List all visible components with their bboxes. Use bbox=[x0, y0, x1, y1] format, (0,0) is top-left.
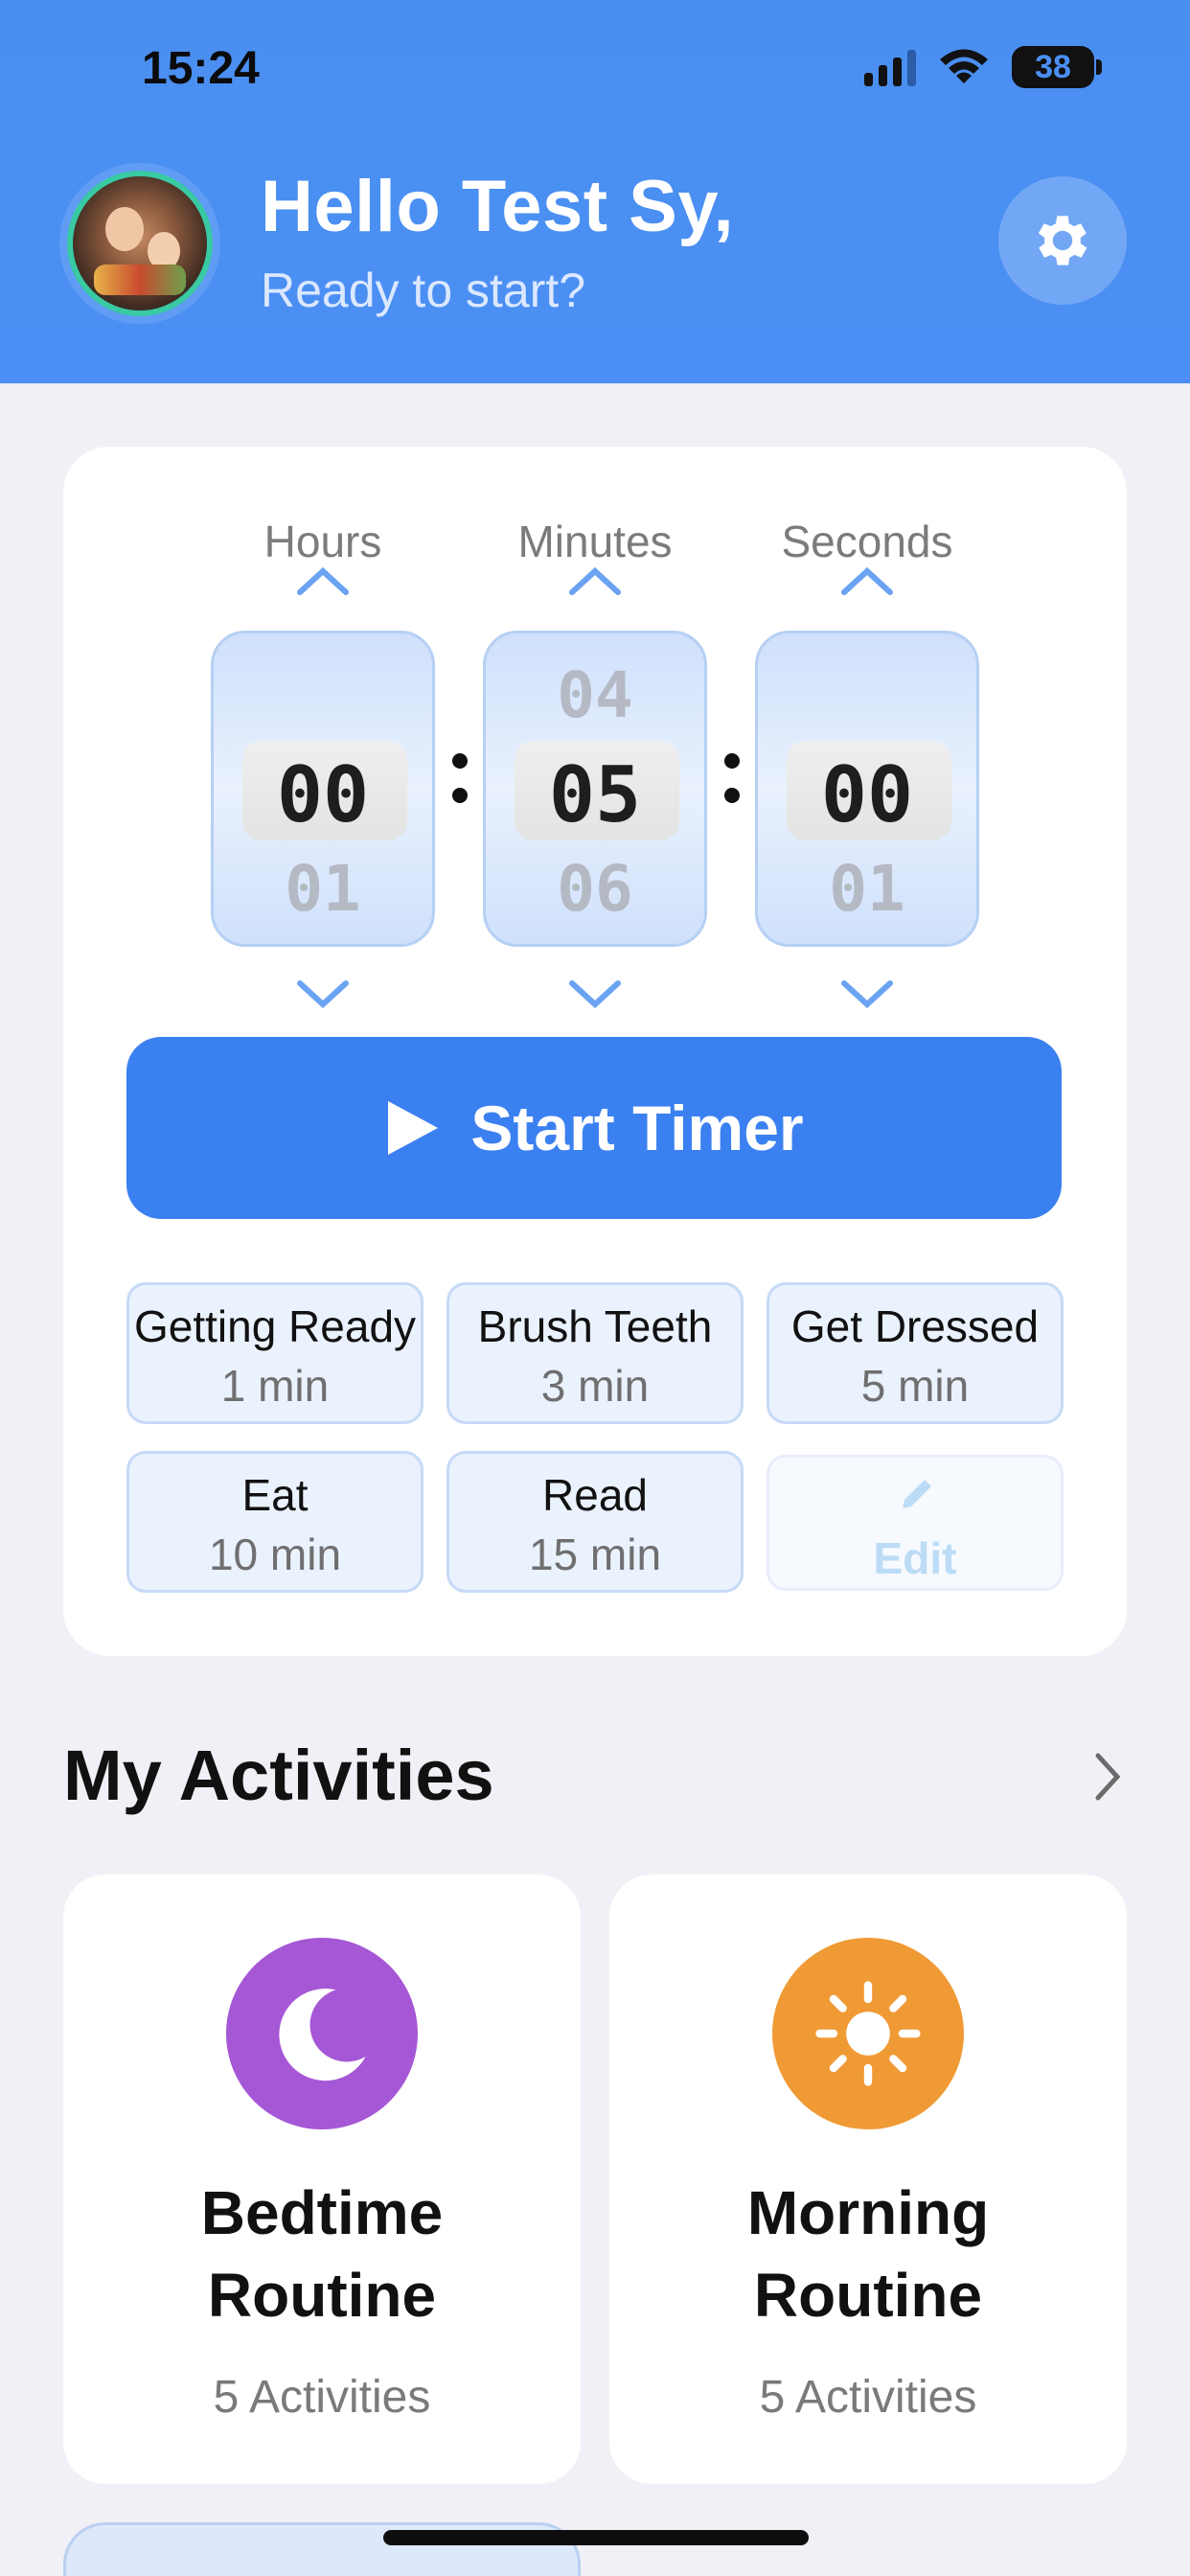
play-icon bbox=[388, 1101, 439, 1155]
seconds-next-value: 01 bbox=[829, 852, 905, 926]
wifi-icon bbox=[940, 49, 988, 83]
seconds-value: 00 bbox=[820, 750, 914, 840]
edit-label: Edit bbox=[873, 1533, 957, 1583]
seconds-increment-chevron-up-icon[interactable] bbox=[838, 564, 896, 598]
moon-icon bbox=[226, 1938, 418, 2129]
preset-get-dressed[interactable]: Get Dressed 5 min bbox=[767, 1282, 1064, 1424]
preset-duration: 10 min bbox=[208, 1530, 342, 1579]
seconds-picker[interactable]: 00 01 bbox=[755, 631, 979, 947]
preset-brush-teeth[interactable]: Brush Teeth 3 min bbox=[446, 1282, 744, 1424]
start-timer-label: Start Timer bbox=[470, 1092, 804, 1163]
preset-duration: 1 min bbox=[220, 1361, 330, 1411]
activity-count: 5 Activities bbox=[759, 2372, 977, 2423]
activity-card-bedtime-routine[interactable]: Bedtime Routine 5 Activities bbox=[63, 1874, 581, 2484]
sun-icon bbox=[772, 1938, 964, 2129]
preset-name: Brush Teeth bbox=[477, 1301, 713, 1351]
activity-count: 5 Activities bbox=[213, 2372, 431, 2423]
minutes-increment-chevron-up-icon[interactable] bbox=[566, 564, 624, 598]
hours-increment-chevron-up-icon[interactable] bbox=[294, 564, 352, 598]
preset-duration: 5 min bbox=[860, 1361, 970, 1411]
preset-getting-ready[interactable]: Getting Ready 1 min bbox=[126, 1282, 423, 1424]
minutes-prev-value: 04 bbox=[557, 658, 633, 732]
battery-level: 38 bbox=[1035, 48, 1071, 85]
gear-icon bbox=[1038, 216, 1087, 265]
hours-value: 00 bbox=[276, 750, 370, 840]
battery-icon: 38 bbox=[1012, 46, 1094, 88]
header: 15:24 38 Hello Test Sy, Ready to start? bbox=[0, 0, 1190, 383]
preset-read[interactable]: Read 15 min bbox=[446, 1451, 744, 1593]
minutes-decrement-chevron-down-icon[interactable] bbox=[566, 978, 624, 1012]
home-indicator[interactable] bbox=[383, 2530, 809, 2545]
greeting-subtitle: Ready to start? bbox=[261, 264, 586, 317]
colon-separator bbox=[724, 753, 740, 803]
hours-picker[interactable]: 00 01 bbox=[211, 631, 435, 947]
activity-title: Morning Routine bbox=[746, 2178, 990, 2330]
status-time: 15:24 bbox=[142, 43, 260, 94]
preset-name: Get Dressed bbox=[790, 1301, 1040, 1351]
avatar[interactable] bbox=[67, 171, 213, 316]
pencil-icon bbox=[903, 1480, 931, 1508]
minutes-picker[interactable]: 04 05 06 bbox=[483, 631, 707, 947]
edit-presets-button[interactable]: Edit bbox=[767, 1455, 1064, 1591]
greeting-title: Hello Test Sy, bbox=[261, 166, 735, 247]
preset-eat[interactable]: Eat 10 min bbox=[126, 1451, 423, 1593]
cellular-signal-icon bbox=[864, 48, 916, 86]
hours-decrement-chevron-down-icon[interactable] bbox=[294, 978, 352, 1012]
preset-duration: 15 min bbox=[528, 1530, 662, 1579]
seconds-label: Seconds bbox=[781, 517, 953, 566]
preset-name: Eat bbox=[241, 1470, 309, 1520]
seconds-decrement-chevron-down-icon[interactable] bbox=[838, 978, 896, 1012]
hours-next-value: 01 bbox=[285, 852, 361, 926]
status-icons: 38 bbox=[864, 46, 1102, 88]
minutes-value: 05 bbox=[548, 750, 642, 840]
chevron-right-icon[interactable] bbox=[1090, 1750, 1125, 1804]
preset-name: Read bbox=[542, 1470, 648, 1520]
preset-name: Getting Ready bbox=[133, 1301, 417, 1351]
preset-duration: 3 min bbox=[540, 1361, 650, 1411]
minutes-label: Minutes bbox=[517, 517, 673, 566]
timer-card: Hours 00 01 Minutes 04 05 06 Seconds 00 … bbox=[63, 447, 1127, 1656]
colon-separator bbox=[452, 753, 468, 803]
start-timer-button[interactable]: Start Timer bbox=[126, 1037, 1062, 1219]
minutes-next-value: 06 bbox=[557, 852, 633, 926]
activity-card-morning-routine[interactable]: Morning Routine 5 Activities bbox=[609, 1874, 1127, 2484]
hours-label: Hours bbox=[263, 517, 382, 566]
my-activities-title: My Activities bbox=[63, 1736, 494, 1815]
activity-title: Bedtime Routine bbox=[200, 2178, 444, 2330]
settings-button[interactable] bbox=[998, 176, 1127, 305]
